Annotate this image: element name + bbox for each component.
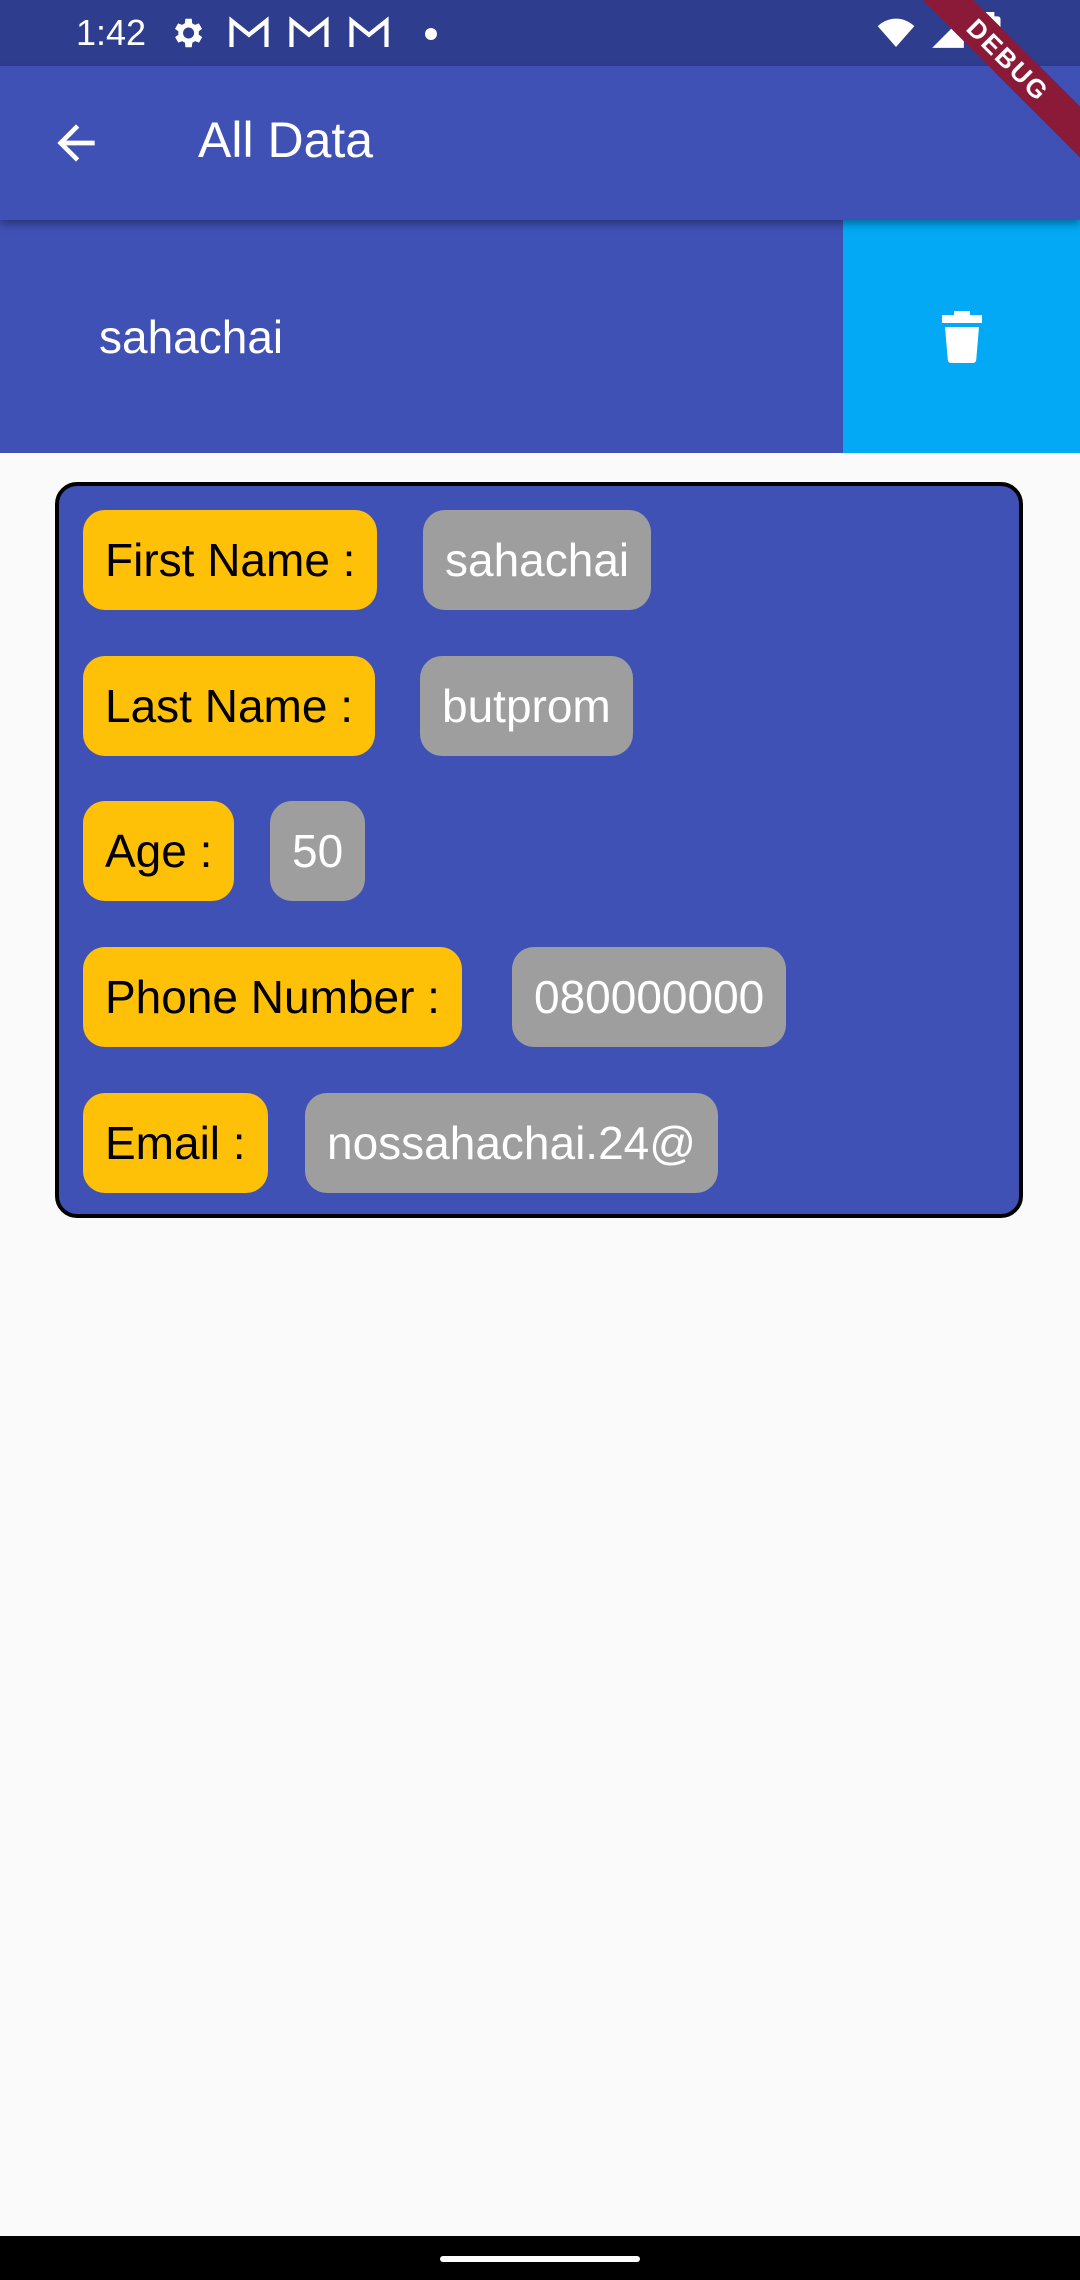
- phone-number-label: Phone Number :: [83, 947, 462, 1047]
- gmail-icon: [229, 16, 269, 47]
- battery-icon: [979, 12, 1001, 54]
- age-value: 50: [270, 801, 366, 901]
- last-name-label: Last Name :: [83, 656, 375, 756]
- status-time: 1:42: [76, 12, 147, 53]
- gmail-icon: [289, 16, 329, 47]
- age-label: Age :: [83, 801, 235, 901]
- phone-number-value: 080000000: [512, 947, 787, 1047]
- last-name-value: butprom: [420, 656, 633, 756]
- list-item-name: sahachai: [99, 311, 284, 363]
- navigation-bar: [0, 2236, 1080, 2280]
- detail-card: First Name : sahachai Last Name : butpro…: [55, 482, 1023, 1218]
- status-bar: 1:42: [0, 0, 1080, 66]
- list-item-content[interactable]: sahachai: [0, 220, 843, 453]
- gmail-icon: [349, 16, 389, 47]
- trash-icon: [941, 310, 982, 363]
- list-item[interactable]: sahachai: [0, 220, 1080, 453]
- back-button[interactable]: [28, 98, 124, 188]
- home-gesture-handle[interactable]: [440, 2256, 640, 2262]
- first-name-value: sahachai: [423, 510, 652, 610]
- email-value: nossahachai.24@: [305, 1093, 718, 1193]
- first-name-label: First Name :: [83, 510, 378, 610]
- dot-icon: [425, 28, 437, 40]
- arrow-back-icon: [57, 124, 95, 162]
- signal-icon: [932, 16, 964, 48]
- delete-button[interactable]: [843, 220, 1080, 453]
- gear-icon: [174, 18, 203, 48]
- page-title: All Data: [198, 112, 374, 168]
- wifi-icon: [877, 18, 915, 47]
- app-bar: All Data: [0, 66, 1080, 220]
- email-label: Email :: [83, 1093, 268, 1193]
